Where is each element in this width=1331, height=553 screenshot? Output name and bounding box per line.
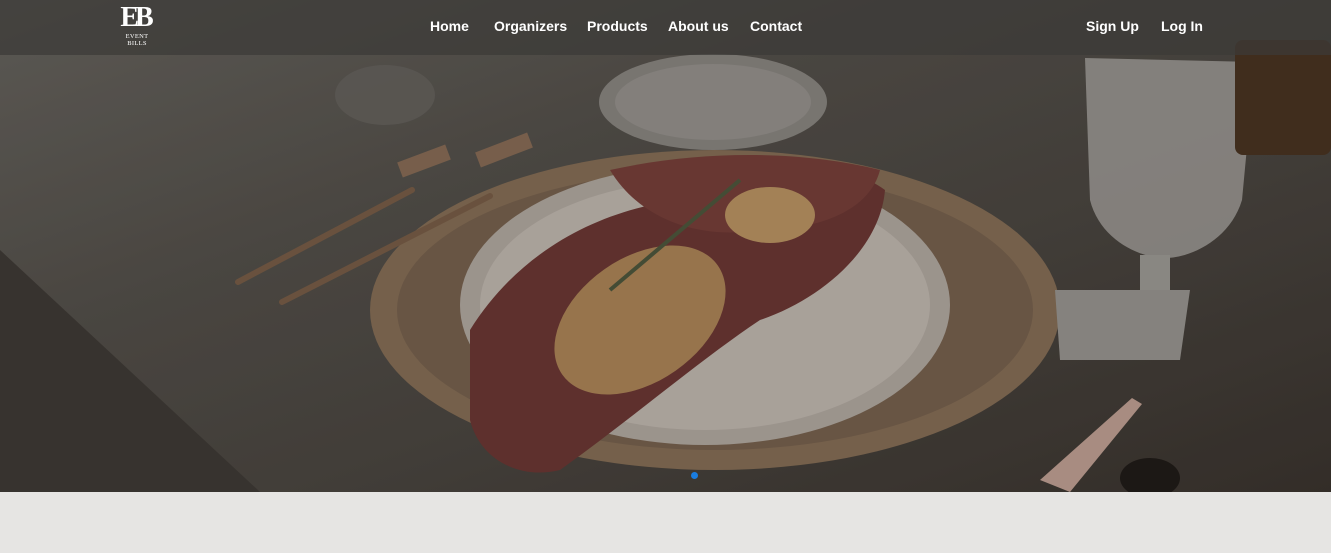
nav-products[interactable]: Products bbox=[587, 18, 648, 34]
nav-home[interactable]: Home bbox=[430, 18, 469, 34]
logo-line-event: EVENT bbox=[125, 33, 149, 40]
hero-overlay bbox=[0, 0, 1331, 492]
brand-logo[interactable]: EB EVENT BILLS bbox=[118, 3, 156, 51]
nav-organizers[interactable]: Organizers bbox=[494, 18, 567, 34]
navbar: EB EVENT BILLS Home Organizers Products … bbox=[0, 0, 1331, 55]
sign-up-link[interactable]: Sign Up bbox=[1086, 18, 1139, 34]
hero-carousel bbox=[0, 0, 1331, 492]
logo-line-bills: BILLS bbox=[127, 40, 147, 47]
nav-contact[interactable]: Contact bbox=[750, 18, 802, 34]
carousel-indicator-dot[interactable] bbox=[691, 472, 698, 479]
log-in-link[interactable]: Log In bbox=[1161, 18, 1203, 34]
logo-mark: EB bbox=[120, 2, 153, 33]
nav-about-us[interactable]: About us bbox=[668, 18, 729, 34]
